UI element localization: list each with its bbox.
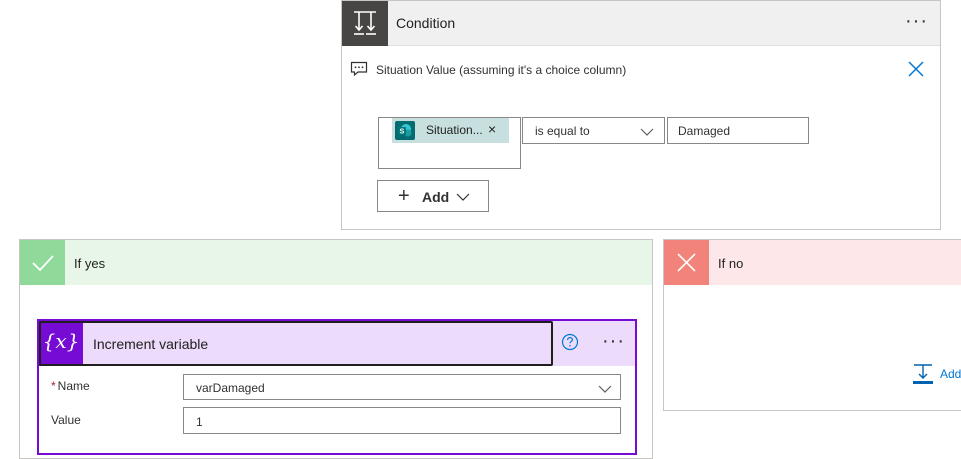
if-yes-title: If yes xyxy=(74,256,106,271)
dynamic-content-token[interactable]: S Situation... × xyxy=(392,118,509,143)
if-yes-header: If yes xyxy=(20,240,652,285)
operator-dropdown[interactable]: is equal to xyxy=(522,117,665,144)
condition-comment: Situation Value (assuming it's a choice … xyxy=(376,63,627,77)
required-marker: * xyxy=(51,379,56,393)
chevron-down-icon xyxy=(640,125,654,140)
comment-icon[interactable] xyxy=(350,61,368,80)
chevron-down-icon xyxy=(598,382,612,397)
add-button-label: Add xyxy=(422,189,450,205)
plus-icon: + xyxy=(398,185,410,207)
name-label-text: Name xyxy=(57,379,90,393)
condition-card: Condition ··· Situation Value (assuming … xyxy=(341,0,941,230)
value-input[interactable]: 1 xyxy=(183,407,621,434)
increment-variable-card: {x} Increment variable ··· * Name varDama… xyxy=(37,319,637,455)
condition-icon xyxy=(342,1,388,46)
name-label: * Name xyxy=(51,379,90,393)
if-no-title: If no xyxy=(718,256,744,271)
token-label: Situation... xyxy=(426,123,483,137)
x-icon xyxy=(664,240,709,285)
help-icon[interactable] xyxy=(561,333,579,354)
check-icon xyxy=(20,240,65,285)
svg-text:S: S xyxy=(400,129,405,136)
action-more-button[interactable]: ··· xyxy=(602,331,625,351)
name-value: varDamaged xyxy=(196,381,265,395)
if-yes-branch: If yes {x} Increment variable ··· * Name … xyxy=(19,239,653,459)
value-input-text: 1 xyxy=(196,415,203,429)
condition-more-button[interactable]: ··· xyxy=(905,11,928,31)
increment-variable-header[interactable]: {x} Increment variable ··· xyxy=(39,321,635,366)
value-label: Value xyxy=(51,413,81,427)
close-icon[interactable] xyxy=(906,59,926,82)
name-dropdown[interactable]: varDamaged xyxy=(183,374,621,400)
right-operand-value: Damaged xyxy=(678,124,731,138)
operator-value: is equal to xyxy=(535,124,590,138)
token-remove-button[interactable]: × xyxy=(488,121,496,137)
condition-header[interactable]: Condition ··· xyxy=(342,1,940,46)
add-action-link[interactable]: Add xyxy=(940,367,961,381)
sharepoint-icon: S xyxy=(395,121,415,140)
if-no-header: If no xyxy=(664,240,961,285)
chevron-down-icon xyxy=(456,190,470,205)
add-button[interactable]: + Add xyxy=(377,180,489,212)
condition-title: Condition xyxy=(396,15,456,31)
condition-right-operand[interactable]: Damaged xyxy=(667,117,809,144)
if-no-branch: If no Add xyxy=(663,239,961,411)
increment-variable-title: Increment variable xyxy=(93,336,209,352)
add-action-icon[interactable] xyxy=(912,362,934,389)
